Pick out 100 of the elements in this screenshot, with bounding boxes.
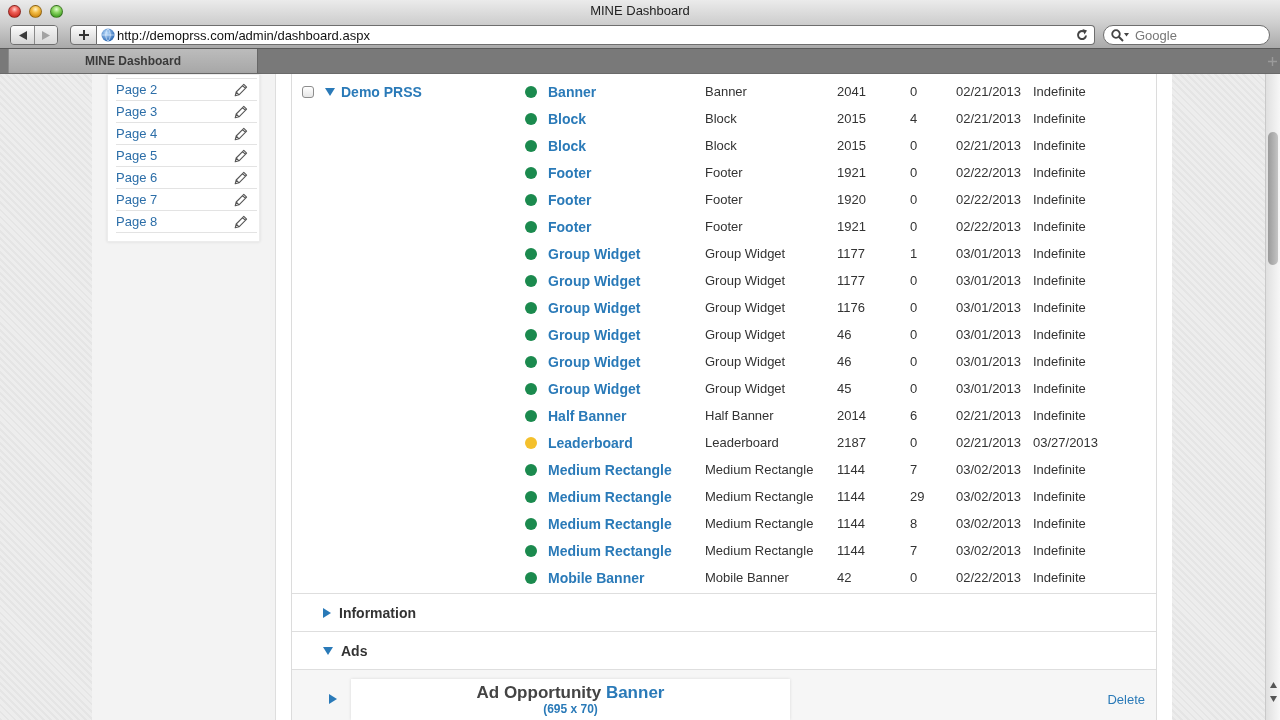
table-cell-text: 29 — [910, 489, 926, 504]
table-cell-text: Indefinite — [1033, 219, 1087, 234]
triangle-down-icon[interactable] — [323, 646, 333, 655]
table-cell-text: Footer — [705, 165, 744, 180]
table-cell-text: 42 — [837, 570, 853, 585]
page-link[interactable]: Page 6 — [116, 170, 158, 185]
table-cell-text: Indefinite — [1033, 165, 1087, 180]
item-link[interactable]: Group Widget — [548, 245, 705, 262]
browser-tab[interactable]: MINE Dashboard — [8, 49, 258, 73]
item-link[interactable]: Block — [548, 137, 705, 154]
table-cell-text: 0 — [910, 300, 919, 315]
triangle-down-icon[interactable] — [325, 87, 335, 96]
table-cell-text: 0 — [910, 570, 919, 585]
window-close-button[interactable] — [8, 4, 21, 18]
address-field[interactable]: http://demoprss.com/admin/dashboard.aspx — [97, 25, 1095, 45]
pencil-icon[interactable] — [234, 82, 248, 97]
table-cell-text: 02/21/2013 — [956, 435, 1023, 450]
table-cell-text: Indefinite — [1033, 138, 1087, 153]
page-link[interactable]: Page 7 — [116, 192, 158, 207]
item-link[interactable]: Leaderboard — [548, 434, 705, 451]
table-cell-text: 02/21/2013 — [956, 111, 1023, 126]
item-link[interactable]: Banner — [548, 83, 705, 100]
table-cell-text: 0 — [910, 138, 919, 153]
vertical-scrollbar[interactable] — [1265, 74, 1280, 720]
table-cell-text: 2015 — [837, 138, 867, 153]
item-link[interactable]: Group Widget — [548, 299, 705, 316]
table-cell-text: 03/01/2013 — [956, 381, 1023, 396]
page-link[interactable]: Page 2 — [116, 82, 158, 97]
table-cell-text: 6 — [910, 408, 919, 423]
table-cell-text: Group Widget — [705, 273, 787, 288]
table-cell-text: 03/02/2013 — [956, 462, 1023, 477]
window-zoom-button[interactable] — [50, 4, 63, 18]
plus-button[interactable] — [70, 25, 97, 45]
group-link[interactable]: Demo PRSS — [341, 83, 422, 100]
scroll-down-arrow-icon[interactable] — [1269, 696, 1277, 702]
scrollbar-thumb[interactable] — [1268, 132, 1278, 265]
delete-link[interactable]: Delete — [1107, 692, 1145, 707]
pencil-icon[interactable] — [234, 104, 248, 119]
item-link[interactable]: Medium Rectangle — [548, 542, 705, 559]
item-link[interactable]: Mobile Banner — [548, 569, 705, 586]
table-cell-text: 8 — [910, 516, 919, 531]
page-link[interactable]: Page 5 — [116, 148, 158, 163]
reload-icon[interactable] — [1076, 29, 1088, 41]
item-link[interactable]: Medium Rectangle — [548, 461, 705, 478]
scroll-up-arrow-icon[interactable] — [1269, 682, 1277, 688]
table-cell-text: 7 — [910, 543, 919, 558]
window-minimize-button[interactable] — [29, 4, 42, 18]
pencil-icon[interactable] — [234, 214, 248, 229]
globe-icon — [101, 28, 115, 42]
item-link[interactable]: Half Banner — [548, 407, 705, 424]
item-link[interactable]: Medium Rectangle — [548, 488, 705, 505]
table-cell-text: 03/02/2013 — [956, 516, 1023, 531]
triangle-right-icon[interactable] — [323, 607, 331, 618]
table-cell-text: 0 — [910, 84, 919, 99]
table-cell-text: Half Banner — [705, 408, 775, 423]
table-cell-text: 0 — [910, 273, 919, 288]
table-cell-text: Banner — [705, 84, 748, 99]
table-cell-text: Group Widget — [705, 381, 787, 396]
table-cell-text: Indefinite — [1033, 84, 1087, 99]
table-cell-text: Indefinite — [1033, 327, 1087, 342]
table-cell-text: Indefinite — [1033, 543, 1087, 558]
page-link[interactable]: Page 3 — [116, 104, 158, 119]
page-link[interactable]: Page 4 — [116, 126, 158, 141]
left-triangle-icon[interactable] — [18, 30, 27, 40]
item-link[interactable]: Group Widget — [548, 380, 705, 397]
table-cell-text: 46 — [837, 327, 853, 342]
page-link[interactable]: Page 8 — [116, 214, 158, 229]
back-button[interactable] — [11, 26, 34, 44]
plus-icon[interactable] — [78, 30, 89, 40]
search-icon[interactable] — [1111, 29, 1129, 42]
item-link[interactable]: Medium Rectangle — [548, 515, 705, 532]
pencil-icon[interactable] — [234, 148, 248, 163]
table-cell-text: 03/02/2013 — [956, 489, 1023, 504]
table-cell-text: 0 — [910, 219, 919, 234]
table-cell-text: 02/21/2013 — [956, 138, 1023, 153]
table-cell-text: Indefinite — [1033, 462, 1087, 477]
item-link[interactable]: Group Widget — [548, 326, 705, 343]
item-link[interactable]: Footer — [548, 218, 705, 235]
pencil-icon[interactable] — [234, 126, 248, 141]
table-cell-text: 03/27/2013 — [1033, 435, 1100, 450]
table-cell-text: 02/22/2013 — [956, 165, 1023, 180]
table-cell-text: Group Widget — [705, 300, 787, 315]
table-cell-text: 2015 — [837, 111, 867, 126]
table-cell-text: Indefinite — [1033, 354, 1087, 369]
pencil-icon[interactable] — [234, 170, 248, 185]
search-field[interactable]: Google — [1103, 25, 1270, 45]
item-link[interactable]: Footer — [548, 191, 705, 208]
triangle-right-icon[interactable] — [329, 694, 337, 704]
table-cell-text: 0 — [910, 381, 919, 396]
item-link[interactable]: Block — [548, 110, 705, 127]
item-link[interactable]: Group Widget — [548, 353, 705, 370]
table-cell-text: Indefinite — [1033, 489, 1087, 504]
checkbox[interactable] — [302, 85, 314, 98]
table-cell-text: Medium Rectangle — [705, 462, 815, 477]
item-link[interactable]: Group Widget — [548, 272, 705, 289]
item-link[interactable]: Footer — [548, 164, 705, 181]
window-title: MINE Dashboard — [590, 3, 690, 19]
table-cell-text: 1177 — [837, 273, 866, 288]
table-cell-text: 1921 — [837, 165, 867, 180]
pencil-icon[interactable] — [234, 192, 248, 207]
